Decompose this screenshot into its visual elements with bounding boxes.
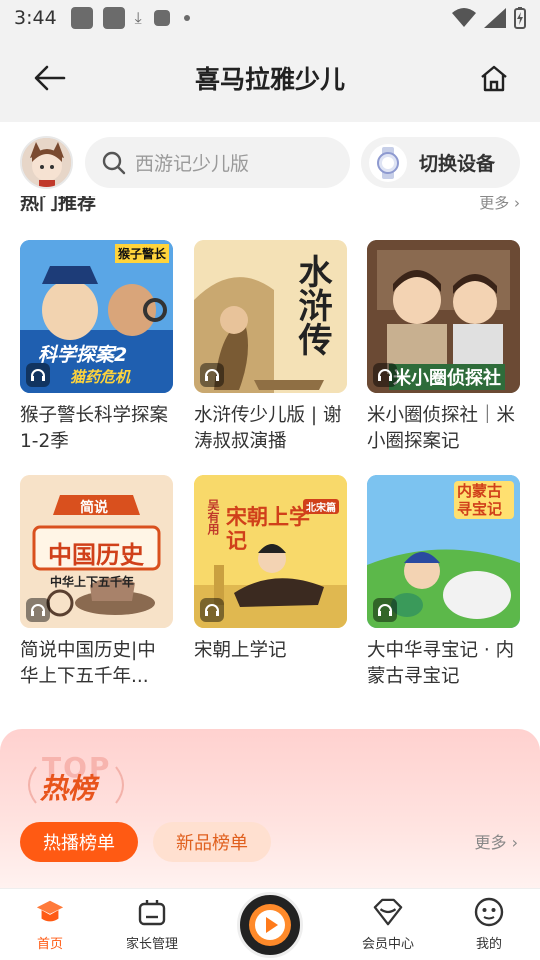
home-icon xyxy=(481,65,507,92)
nav-label: 首页 xyxy=(36,937,63,952)
bottom-nav: 首页 家长管理 会员中心 我的 xyxy=(0,888,540,960)
home-button[interactable] xyxy=(476,60,512,96)
battery-icon xyxy=(514,7,526,29)
album-cover: 吴有用 宋朝上学记 北宋篇 xyxy=(194,475,347,628)
nav-label: 家长管理 xyxy=(125,937,178,952)
more-notifications-icon xyxy=(183,15,190,21)
album-title: 简说中国历史|中华上下五千年... xyxy=(20,640,156,687)
wifi-icon xyxy=(452,8,476,27)
album-card[interactable]: 米小圈侦探社 米小圈侦探社｜米小圈探案记 xyxy=(367,240,520,455)
album-title: 猴子警长科学探案1-2季 xyxy=(20,405,169,452)
status-time: 3:44 xyxy=(14,7,57,29)
page-title: 喜马拉雅少儿 xyxy=(194,65,345,94)
album-cover: 简说 中国历史 中华上下五千年 xyxy=(20,475,173,628)
album-title: 宋朝上学记 xyxy=(194,640,287,661)
parent-management-icon xyxy=(137,897,167,927)
album-card[interactable]: 简说 中国历史 中华上下五千年 简说中国历史|中华上下五千年... xyxy=(20,475,173,690)
chevron-right-icon: › xyxy=(514,196,520,212)
play-icon xyxy=(249,904,291,946)
status-bar: 3:44 ⤓ xyxy=(0,0,540,36)
nav-item-parent-management[interactable]: 家长管理 xyxy=(112,897,192,952)
cover-text-main: 米小圈侦探社 xyxy=(389,364,505,390)
top-chart-logo: 热榜 xyxy=(40,772,97,805)
cover-text-sub: 中华上下五千年 xyxy=(50,575,135,589)
cover-text-main: 科学探案2 xyxy=(38,344,128,366)
app-notification-icon xyxy=(70,7,93,29)
headphones-icon xyxy=(26,598,50,622)
app-notification-icon xyxy=(102,7,125,29)
tab-hot-chart[interactable]: 热播榜单 xyxy=(20,822,138,862)
album-card[interactable]: 内蒙古寻宝记 大中华寻宝记 · 内蒙古寻宝记 xyxy=(367,475,520,690)
member-diamond-icon xyxy=(373,897,403,927)
search-placeholder: 西游记少儿版 xyxy=(135,153,250,175)
avatar[interactable] xyxy=(20,136,73,189)
nav-item-mine[interactable]: 我的 xyxy=(449,897,529,952)
album-cover: 猴子警长 科学探案2 猫药危机 xyxy=(20,240,173,393)
signal-icon xyxy=(484,8,506,28)
cover-text-top: 简说 xyxy=(80,500,108,516)
search-input[interactable]: 西游记少儿版 xyxy=(85,137,350,188)
avatar-icon xyxy=(22,138,71,187)
cover-text-top: 猴子警长 xyxy=(114,244,169,263)
header: 喜马拉雅少儿 xyxy=(0,36,540,122)
album-title: 米小圈侦探社｜米小圈探案记 xyxy=(367,405,516,452)
switch-device-label: 切换设备 xyxy=(419,153,496,175)
album-cover: 水浒传 xyxy=(194,240,347,393)
cover-text-top: 吴有用 xyxy=(206,499,220,535)
nav-label: 会员中心 xyxy=(361,937,414,952)
download-icon: ⤓ xyxy=(134,8,142,27)
top-chart-panel: TOP 热榜 热播榜单 新品榜单 更多 › xyxy=(0,729,540,889)
profile-face-icon xyxy=(474,897,504,927)
cover-text-main: 水浒传 xyxy=(292,254,332,356)
album-card[interactable]: 水浒传 水浒传少儿版 | 谢涛叔叔演播 xyxy=(194,240,347,455)
album-cover: 米小圈侦探社 xyxy=(367,240,520,393)
center-play-button[interactable] xyxy=(237,892,303,958)
more-label: 更多 xyxy=(474,833,507,852)
headphones-icon xyxy=(26,363,50,387)
headphones-icon xyxy=(200,598,224,622)
cover-text-sub: 猫药危机 xyxy=(70,368,131,386)
nav-item-member-center[interactable]: 会员中心 xyxy=(348,897,428,952)
top-chart-more-link[interactable]: 更多 › xyxy=(474,829,518,853)
album-card[interactable]: 猴子警长 科学探案2 猫药危机 猴子警长科学探案1-2季 xyxy=(20,240,173,455)
cover-text-sub: 北宋篇 xyxy=(303,499,339,514)
chevron-right-icon: › xyxy=(511,833,518,852)
tab-new-chart[interactable]: 新品榜单 xyxy=(153,822,271,862)
home-graduation-icon xyxy=(35,897,65,927)
album-card[interactable]: 吴有用 宋朝上学记 北宋篇 宋朝上学记 xyxy=(194,475,347,690)
search-icon xyxy=(102,151,126,174)
search-row: 西游记少儿版 切换设备 xyxy=(20,136,520,190)
headphones-icon xyxy=(200,363,224,387)
cover-text-main: 中国历史 xyxy=(48,541,144,569)
font-notification-icon xyxy=(153,10,170,26)
section-title: 热门推荐 xyxy=(20,196,97,214)
laurel-right-icon xyxy=(115,766,124,804)
nav-label: 我的 xyxy=(475,937,502,952)
nav-item-home[interactable]: 首页 xyxy=(10,897,90,952)
cover-text-main: 内蒙古寻宝记 xyxy=(454,481,514,519)
switch-device-button[interactable]: 切换设备 xyxy=(361,137,520,188)
album-title: 水浒传少儿版 | 谢涛叔叔演播 xyxy=(194,405,342,452)
headphones-icon xyxy=(373,363,397,387)
section-more-link[interactable]: 更多 › xyxy=(479,196,520,213)
album-title: 大中华寻宝记 · 内蒙古寻宝记 xyxy=(367,640,515,687)
headphones-icon xyxy=(373,598,397,622)
laurel-left-icon xyxy=(28,766,37,804)
album-cover: 内蒙古寻宝记 xyxy=(367,475,520,628)
more-label: 更多 xyxy=(479,196,510,212)
section-header: 热门推荐 更多 › xyxy=(20,196,520,222)
watch-icon xyxy=(369,143,407,182)
